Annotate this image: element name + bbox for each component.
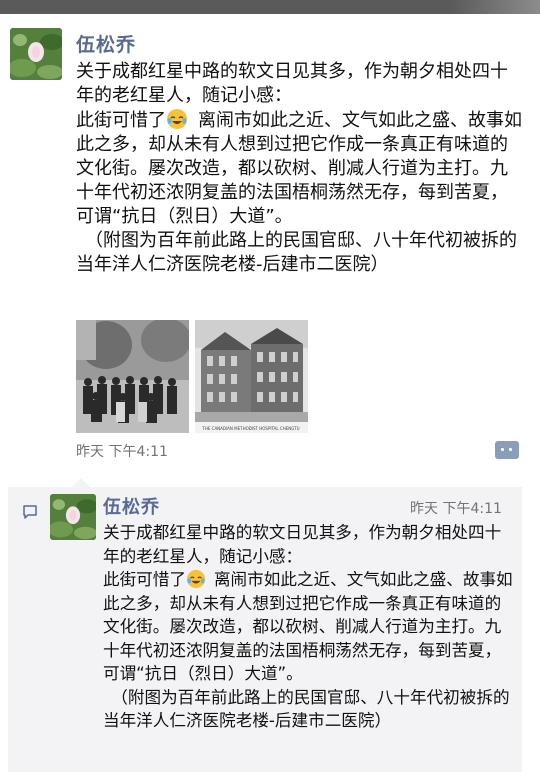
- post-text-line: 此街可惜了 离闹市如此之近、文气如此之盛、故事如此之多，却从未有人想到过把它作成一…: [76, 108, 524, 229]
- post-author-name[interactable]: 伍松乔: [76, 30, 136, 57]
- comment-text-line: 此街可惜了 离闹市如此之近、文气如此之盛、故事如此之多，却从未有人想到过把它作成一…: [103, 568, 513, 686]
- comment-text-fragment: 此街可惜了: [103, 570, 186, 589]
- post-text-line: （附图为百年前此路上的民国官邸、八十年代初被拆的当年洋人仁济医院老楼-后建市二医…: [76, 230, 517, 275]
- group-portrait-photo[interactable]: [76, 320, 189, 433]
- post-timestamp: 昨天 下午4:11: [76, 444, 168, 460]
- comment-avatar[interactable]: [50, 494, 96, 540]
- comment-bubble-icon: [23, 505, 37, 519]
- comment-timestamp: 昨天 下午4:11: [410, 501, 502, 517]
- lotus-avatar-image: [10, 28, 62, 80]
- photo-caption: THE CANADIAN METHODIST HOSPITAL CHENGTU: [201, 426, 299, 431]
- post-text: 关于成都红星中路的软文日见其多，作为朝夕相处四十年的老红星人，随记小感： 此街可…: [76, 60, 524, 277]
- avatar[interactable]: [10, 28, 62, 80]
- lotus-avatar-image: [50, 494, 96, 540]
- comment-text: 关于成都红星中路的软文日见其多，作为朝夕相处四十年的老红星人，随记小感： 此街可…: [103, 521, 513, 733]
- post-text-line: 关于成都红星中路的软文日见其多，作为朝夕相处四十年的老红星人，随记小感：: [76, 61, 508, 106]
- post-text-fragment: 此街可惜了: [76, 110, 166, 131]
- grinning-tears-emoji-icon: [186, 569, 206, 589]
- comment-text-line: （附图为百年前此路上的民国官邸、八十年代初被拆的当年洋人仁济医院老楼-后建市二医…: [103, 687, 510, 731]
- comment-text-line: 关于成都红星中路的软文日见其多，作为朝夕相处四十年的老红星人，随记小感：: [103, 523, 502, 566]
- hospital-building-photo[interactable]: THE CANADIAN METHODIST HOSPITAL CHENGTU: [195, 320, 308, 433]
- comment-dots-icon[interactable]: [495, 441, 519, 459]
- comment-author-name[interactable]: 伍松乔: [103, 493, 160, 519]
- status-bar: [0, 0, 540, 14]
- grinning-tears-emoji-icon: [167, 109, 187, 129]
